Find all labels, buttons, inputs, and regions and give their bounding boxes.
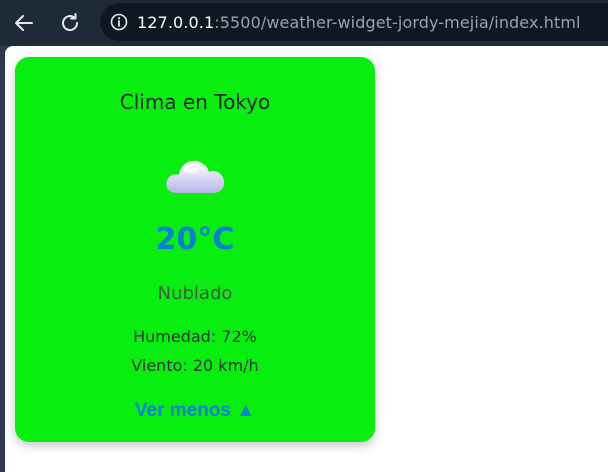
weather-widget: Clima en Tokyo 20°C Nublado Humedad: 72%… (15, 57, 375, 442)
url-host: 127.0.0.1 (137, 12, 215, 32)
toggle-details-button[interactable]: Ver menos ▲ (15, 400, 375, 422)
cloud-icon (166, 160, 225, 193)
page-content: Clima en Tokyo 20°C Nublado Humedad: 72%… (5, 46, 608, 472)
wind-text: Viento: 20 km/h (131, 356, 259, 375)
url-text[interactable]: 127.0.0.1:5500/weather-widget-jordy-meji… (137, 13, 581, 32)
widget-title: Clima en Tokyo (119, 90, 271, 114)
reload-icon (62, 13, 79, 32)
site-info-icon[interactable] (110, 13, 128, 31)
weather-condition: Nublado (157, 283, 233, 304)
browser-toolbar: 127.0.0.1:5500/weather-widget-jordy-meji… (0, 0, 608, 46)
arrow-left-icon (15, 15, 33, 31)
reload-button[interactable] (54, 7, 86, 39)
address-bar[interactable]: 127.0.0.1:5500/weather-widget-jordy-meji… (100, 3, 608, 41)
url-path: :5500/weather-widget-jordy-mejia/index.h… (214, 12, 581, 32)
temperature-value: 20°C (155, 222, 235, 257)
back-button[interactable] (8, 7, 40, 39)
humidity-text: Humedad: 72% (133, 327, 257, 346)
